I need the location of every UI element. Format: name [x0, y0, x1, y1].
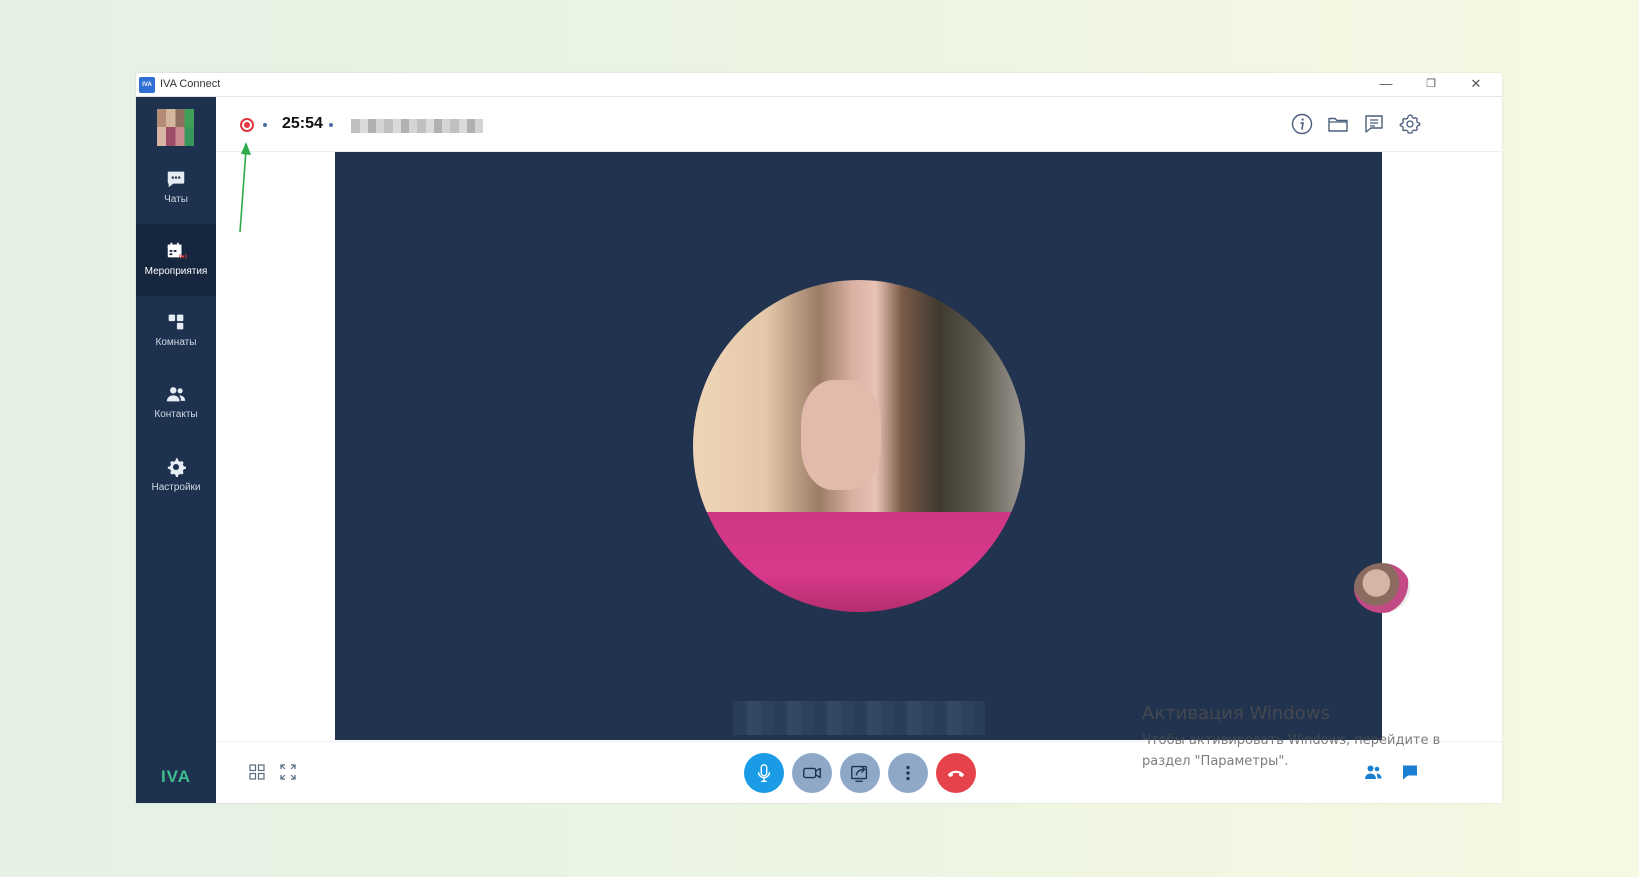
app-logo: IVA	[139, 77, 155, 93]
sidebar-item-settings[interactable]: Настройки	[136, 440, 216, 512]
microphone-button[interactable]	[744, 753, 784, 793]
more-icon	[906, 765, 910, 781]
sidebar-item-rooms[interactable]: Комнаты	[136, 295, 216, 367]
user-avatar[interactable]	[157, 109, 194, 146]
rooms-icon	[168, 314, 184, 330]
more-options-button[interactable]	[888, 753, 928, 793]
sidebar-item-label: Мероприятия	[144, 266, 208, 277]
sidebar-item-events[interactable]: Мероприятия	[136, 224, 216, 296]
speaker-name-redacted	[733, 701, 985, 735]
sidebar-item-label: Чаты	[164, 194, 188, 205]
gear-icon	[167, 458, 186, 477]
microphone-icon	[757, 764, 771, 782]
call-header: 25:54	[216, 97, 1502, 152]
chat-bubble-icon	[167, 171, 185, 188]
hangup-button[interactable]	[936, 753, 976, 793]
participant-thumbnail[interactable]	[1354, 563, 1410, 613]
separator-dot	[263, 123, 267, 127]
sidebar-item-contacts[interactable]: Контакты	[136, 367, 216, 439]
sidebar-item-label: Настройки	[151, 482, 201, 493]
screen-share-button[interactable]	[840, 753, 880, 793]
restore-button[interactable]: ❐	[1409, 73, 1453, 97]
camera-icon	[803, 767, 821, 779]
contacts-icon	[166, 387, 186, 402]
sidebar-item-chats[interactable]: Чаты	[136, 152, 216, 224]
screen-share-icon	[851, 765, 868, 782]
hangup-icon	[947, 770, 965, 778]
minimize-button[interactable]: —	[1364, 73, 1408, 97]
info-icon[interactable]	[1290, 112, 1314, 136]
brand-logo: IVA	[160, 767, 192, 786]
sidebar-item-label: Комнаты	[155, 337, 197, 348]
settings-icon[interactable]	[1398, 112, 1422, 136]
chat-list-icon[interactable]	[1362, 112, 1386, 136]
separator-dot	[329, 123, 333, 127]
calendar-live-icon	[167, 242, 187, 260]
window-title: IVA Connect	[160, 78, 221, 90]
sidebar: Чаты Мероприятия Комнаты Контакты Настро…	[136, 97, 216, 803]
video-stage	[335, 152, 1382, 740]
recording-indicator	[240, 118, 254, 132]
event-title-redacted	[351, 119, 483, 133]
chat-icon[interactable]	[1400, 762, 1420, 782]
fullscreen-icon[interactable]	[278, 762, 298, 782]
title-bar: IVA IVA Connect — ❐ ✕	[136, 73, 1502, 97]
grid-layout-icon[interactable]	[247, 762, 267, 782]
call-controls-bar	[216, 741, 1502, 803]
folder-icon[interactable]	[1326, 112, 1350, 136]
call-timer: 25:54	[282, 115, 323, 132]
sidebar-item-label: Контакты	[154, 409, 198, 420]
camera-button[interactable]	[792, 753, 832, 793]
speaker-avatar	[693, 280, 1025, 612]
close-button[interactable]: ✕	[1454, 73, 1498, 97]
participants-icon[interactable]	[1363, 762, 1383, 782]
